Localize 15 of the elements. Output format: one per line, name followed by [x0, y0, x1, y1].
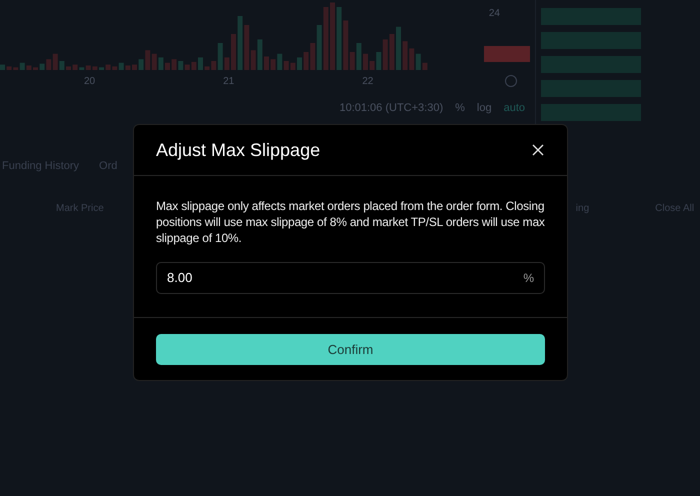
confirm-button[interactable]: Confirm: [156, 334, 545, 365]
scale-option[interactable]: %: [455, 100, 465, 116]
axis-label: 22: [362, 74, 374, 88]
price-scale-label: 24: [488, 7, 500, 21]
close-icon[interactable]: [531, 143, 545, 157]
scale-option[interactable]: auto: [504, 100, 525, 116]
time-label: 10:01:06 (UTC+3:30): [339, 101, 444, 116]
dialog-message: Max slippage only affects market orders placed from the order form. Closing positions will use max slippage of 8% and market TP/SL orders will use max slippage of 10%.: [156, 198, 545, 246]
axis-label: 21: [223, 74, 234, 88]
slippage-field[interactable]: 8.00 %: [156, 262, 545, 294]
axis-label: 20: [84, 74, 96, 88]
slippage-input[interactable]: 8.00: [167, 268, 524, 288]
dialog-title: Adjust Max Slippage: [156, 138, 320, 162]
unit-label: %: [523, 270, 534, 287]
scale-option[interactable]: log: [476, 100, 492, 116]
